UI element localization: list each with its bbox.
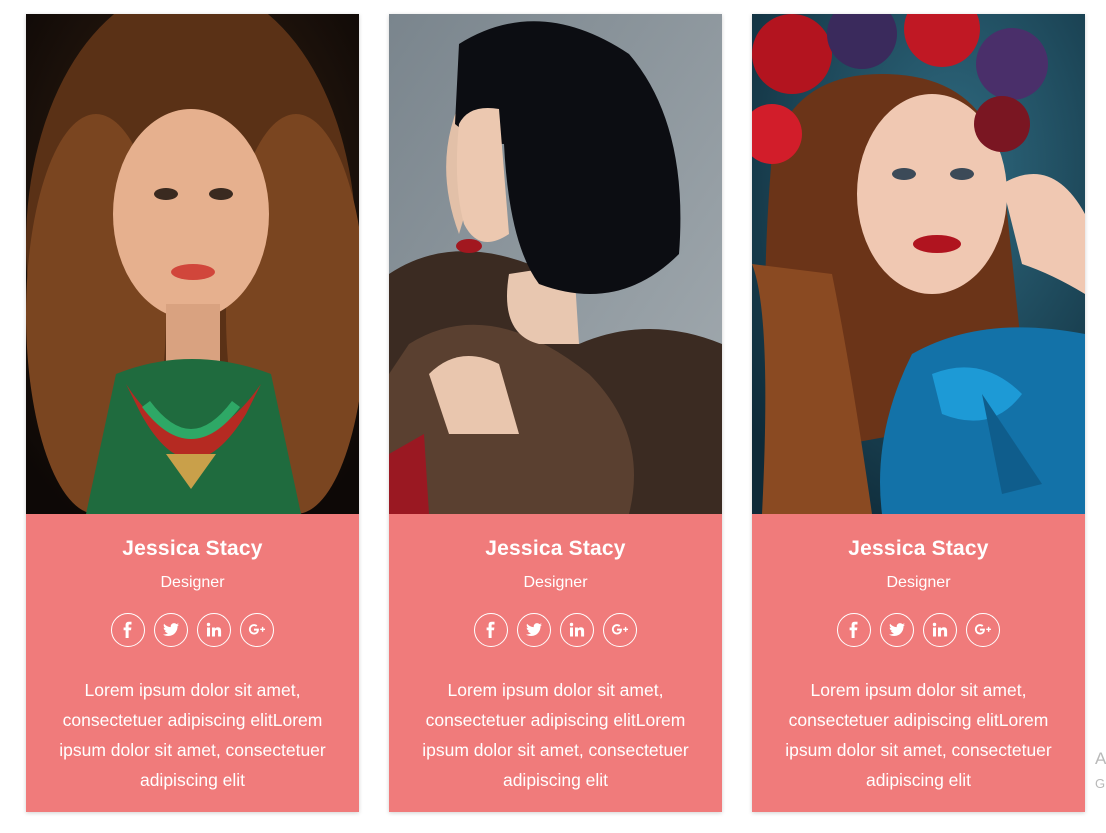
member-bio: Lorem ipsum dolor sit amet, consectetuer… [422,680,689,790]
facebook-icon [123,621,132,638]
google-plus-icon [974,624,991,635]
member-name: Jessica Stacy [122,537,263,560]
linkedin-icon [206,622,222,637]
edge-text-fragment: G [1095,776,1106,791]
twitter-link[interactable] [154,613,188,647]
social-links [752,613,1085,647]
linkedin-link[interactable] [560,613,594,647]
social-links [26,613,359,647]
google-plus-icon [611,624,628,635]
twitter-icon [526,623,542,636]
twitter-icon [163,623,179,636]
portrait-black-bob-photo [389,14,722,514]
member-photo [26,14,359,514]
team-card: Jessica Stacy Designer Lorem ipsum dolor… [26,14,359,812]
google-plus-link[interactable] [603,613,637,647]
social-links [389,613,722,647]
portrait-flower-crown-photo [752,14,1085,514]
member-name: Jessica Stacy [485,537,626,560]
member-photo [752,14,1085,514]
member-info: Jessica Stacy Designer Lorem ipsum dolor… [389,514,722,812]
member-role: Designer [160,574,225,591]
member-role: Designer [886,574,951,591]
member-role: Designer [523,574,588,591]
member-info: Jessica Stacy Designer Lorem ipsum dolor… [752,514,1085,812]
facebook-link[interactable] [837,613,871,647]
edge-text-fragment: A [1095,749,1106,768]
member-name: Jessica Stacy [848,537,989,560]
google-plus-link[interactable] [240,613,274,647]
twitter-icon [889,623,905,636]
member-bio: Lorem ipsum dolor sit amet, consectetuer… [59,680,326,790]
linkedin-link[interactable] [197,613,231,647]
google-plus-link[interactable] [966,613,1000,647]
team-card: Jessica Stacy Designer Lorem ipsum dolor… [389,14,722,812]
facebook-icon [849,621,858,638]
twitter-link[interactable] [880,613,914,647]
facebook-icon [486,621,495,638]
member-bio: Lorem ipsum dolor sit amet, consectetuer… [785,680,1052,790]
linkedin-icon [932,622,948,637]
twitter-link[interactable] [517,613,551,647]
member-info: Jessica Stacy Designer Lorem ipsum dolor… [26,514,359,812]
facebook-link[interactable] [474,613,508,647]
linkedin-icon [569,622,585,637]
google-plus-icon [248,624,265,635]
portrait-curly-hair-photo [26,14,359,514]
linkedin-link[interactable] [923,613,957,647]
member-photo [389,14,722,514]
team-section: Jessica Stacy Designer Lorem ipsum dolor… [0,0,1106,833]
facebook-link[interactable] [111,613,145,647]
team-card: Jessica Stacy Designer Lorem ipsum dolor… [752,14,1085,812]
